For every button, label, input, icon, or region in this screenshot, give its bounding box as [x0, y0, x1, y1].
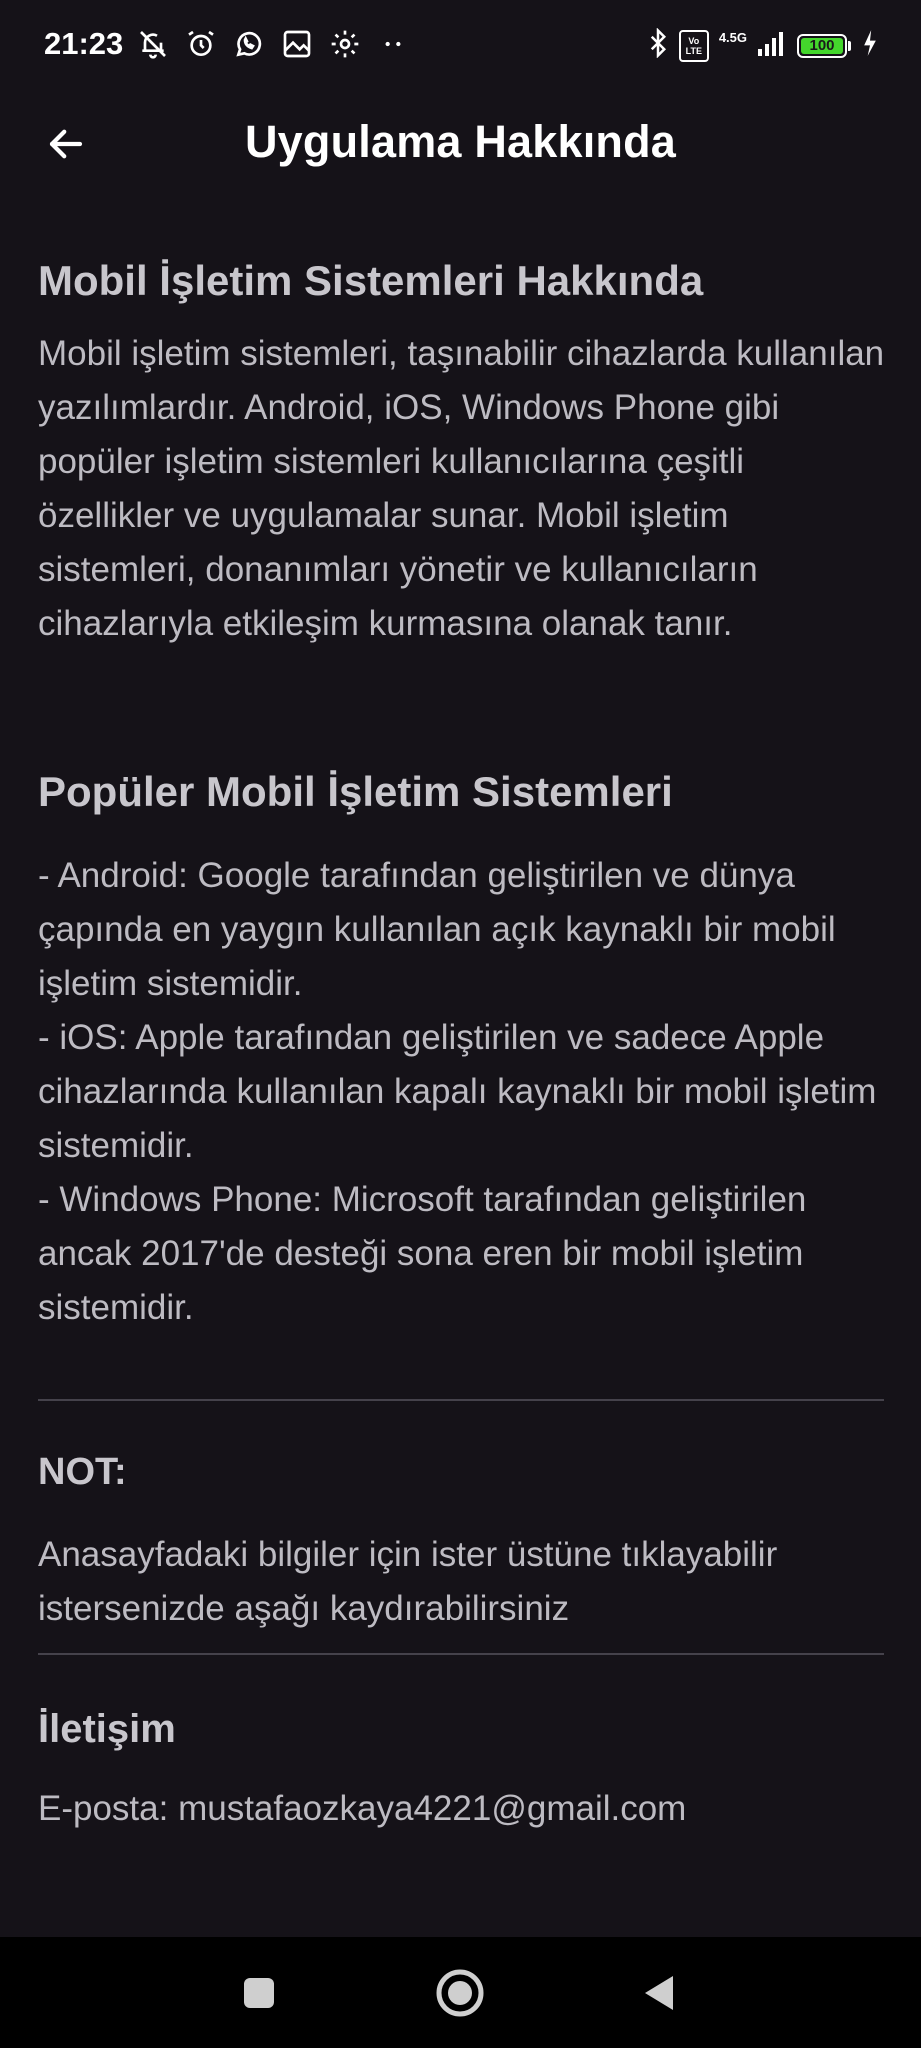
note-text: Anasayfadaki bilgiler için ister üstüne …	[38, 1535, 778, 1628]
system-navigation-bar	[0, 1937, 921, 2048]
signal-strength-icon	[757, 29, 787, 62]
contact-heading: İletişim	[38, 1707, 176, 1751]
contact-email[interactable]: E-posta: mustafaozkaya4221@gmail.com	[38, 1782, 888, 1836]
list-item-android: - Android: Google tarafından geliştirile…	[38, 856, 836, 1003]
content-scroll-area[interactable]: Mobil İşletim Sistemleri Hakkında Mobil …	[38, 240, 888, 1828]
settings-gear-icon	[327, 26, 363, 62]
about-heading: Mobil İşletim Sistemleri Hakkında	[38, 257, 704, 304]
back-triangle-icon	[645, 1975, 673, 2010]
popular-os-heading: Popüler Mobil İşletim Sistemleri	[38, 768, 673, 815]
status-right: Vo LTE 4.5G 100	[647, 27, 879, 63]
charging-icon	[861, 29, 879, 62]
network-type-label: 4.5G	[718, 30, 747, 45]
list-item-windows-phone: - Windows Phone: Microsoft tarafından ge…	[38, 1180, 807, 1327]
status-left: 21:23	[44, 26, 411, 62]
divider	[38, 1653, 884, 1655]
home-button[interactable]	[400, 1937, 520, 2048]
note-heading: NOT:	[38, 1451, 127, 1493]
about-paragraph: Mobil işletim sistemleri, taşınabilir ci…	[38, 333, 885, 643]
do-not-disturb-icon	[135, 26, 171, 62]
app-bar: Uygulama Hakkında	[0, 92, 921, 198]
divider	[38, 1399, 884, 1401]
bluetooth-icon	[647, 27, 669, 63]
gallery-icon	[279, 26, 315, 62]
screen: 21:23 Vo LTE 4.5G 100 Uygulama Hakkında …	[0, 0, 921, 2048]
list-item-ios: - iOS: Apple tarafından geliştirilen ve …	[38, 1018, 877, 1165]
status-bar: 21:23 Vo LTE 4.5G 100	[0, 0, 921, 92]
whatsapp-icon	[231, 26, 267, 62]
page-title: Uygulama Hakkında	[244, 116, 677, 167]
home-circle-icon	[436, 1969, 484, 2016]
alarm-icon	[183, 26, 219, 62]
recents-square-icon	[244, 1977, 274, 2008]
status-time: 21:23	[44, 26, 124, 61]
recents-button[interactable]	[199, 1937, 319, 2048]
nav-back-button[interactable]	[599, 1937, 719, 2048]
battery-icon: 100	[797, 33, 851, 58]
volte-icon: Vo LTE	[678, 29, 709, 62]
more-notifications-icon	[375, 26, 411, 62]
battery-level: 100	[801, 37, 843, 54]
popular-os-list: - Android: Google tarafından geliştirile…	[38, 849, 888, 1335]
